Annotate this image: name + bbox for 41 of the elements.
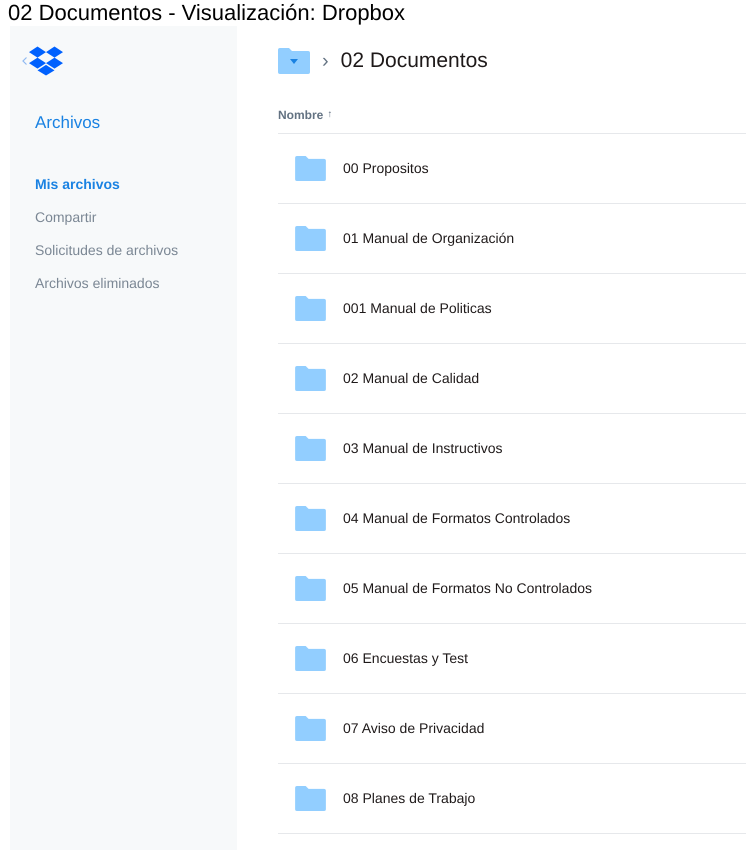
dropbox-logo-icon[interactable] bbox=[29, 46, 63, 76]
folder-icon bbox=[278, 48, 310, 74]
folder-icon bbox=[295, 786, 326, 811]
folder-icon bbox=[295, 366, 326, 391]
folder-name: 03 Manual de Instructivos bbox=[343, 439, 503, 458]
folder-row[interactable]: 00 Propositos bbox=[278, 134, 746, 204]
folder-icon bbox=[295, 226, 326, 251]
folder-name: 00 Propositos bbox=[343, 159, 429, 178]
folder-name: 02 Manual de Calidad bbox=[343, 369, 480, 388]
folder-icon bbox=[295, 576, 326, 601]
sidebar-item[interactable]: Mis archivos bbox=[35, 174, 237, 194]
folder-row[interactable]: 02 Manual de Calidad bbox=[278, 344, 746, 414]
folder-name: 06 Encuestas y Test bbox=[343, 649, 468, 668]
folder-row[interactable]: 04 Manual de Formatos Controlados bbox=[278, 484, 746, 554]
folder-icon bbox=[295, 716, 326, 741]
folder-row[interactable]: 06 Encuestas y Test bbox=[278, 624, 746, 694]
folder-row[interactable]: 07 Aviso de Privacidad bbox=[278, 694, 746, 764]
folder-icon bbox=[295, 646, 326, 671]
window-title: 02 Documentos - Visualización: Dropbox bbox=[7, 0, 406, 26]
folder-row[interactable]: 05 Manual de Formatos No Controlados bbox=[278, 554, 746, 624]
folder-row[interactable]: 01 Manual de Organización bbox=[278, 204, 746, 274]
sort-arrow-icon[interactable]: ↑ bbox=[327, 107, 332, 122]
folder-name: 04 Manual de Formatos Controlados bbox=[343, 509, 570, 528]
folder-row[interactable]: 03 Manual de Instructivos bbox=[278, 414, 746, 484]
folder-icon bbox=[295, 436, 326, 461]
caret-icon[interactable] bbox=[290, 59, 298, 64]
folder-name: 05 Manual de Formatos No Controlados bbox=[343, 579, 592, 598]
folder-icon bbox=[295, 296, 326, 321]
folder-row[interactable]: 001 Manual de Politicas bbox=[278, 274, 746, 344]
column-header[interactable]: Nombre bbox=[278, 106, 324, 124]
folder-name: 01 Manual de Organización bbox=[343, 229, 514, 248]
folder-icon bbox=[295, 506, 326, 531]
breadcrumb-separator: › bbox=[322, 49, 329, 74]
folder-icon bbox=[295, 156, 326, 181]
archivos-heading[interactable]: Archivos bbox=[35, 110, 237, 136]
folder-name: 001 Manual de Politicas bbox=[343, 299, 492, 318]
folder-name: 07 Aviso de Privacidad bbox=[343, 719, 484, 738]
folder-name: 08 Planes de Trabajo bbox=[343, 789, 476, 808]
back-icon[interactable] bbox=[22, 57, 27, 65]
folder-title: 02 Documentos bbox=[340, 48, 488, 74]
folder-row[interactable]: 08 Planes de Trabajo bbox=[278, 764, 746, 834]
